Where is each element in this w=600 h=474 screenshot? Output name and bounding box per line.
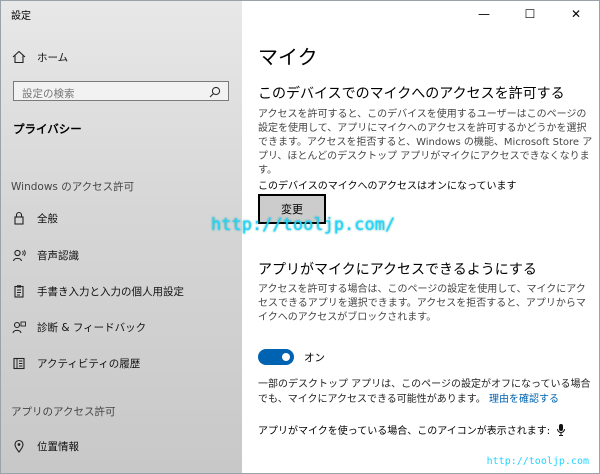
- section-title-windows: Windows のアクセス許可: [11, 181, 135, 193]
- sidebar-item-label: 診断 & フィードバック: [37, 321, 147, 334]
- close-button[interactable]: ✕: [553, 1, 599, 27]
- sidebar-item-feedback[interactable]: 診断 & フィードバック: [11, 319, 146, 335]
- watermark-small: http://tooljp.com: [486, 456, 589, 467]
- toggle-state-label: オン: [304, 352, 325, 364]
- sidebar-item-label: 全般: [37, 212, 58, 225]
- lock-icon: [11, 210, 27, 226]
- search-input[interactable]: [14, 85, 202, 103]
- sidebar-item-label: 音声認識: [37, 249, 79, 262]
- home-icon: [11, 49, 27, 65]
- device-status-text: このデバイスのマイクへのアクセスはオンになっています: [258, 181, 517, 192]
- section-heading-device: このデバイスでのマイクへのアクセスを許可する: [258, 86, 565, 102]
- feedback-icon: [11, 319, 27, 335]
- page-title: マイク: [258, 45, 318, 69]
- sidebar-item-inking[interactable]: 手書き入力と入力の個人用設定: [11, 283, 184, 299]
- icon-line-text: アプリがマイクを使っている場合、このアイコンが表示されます:: [258, 426, 551, 437]
- sidebar-item-label: アクティビティの履歴: [37, 357, 141, 370]
- search-icon[interactable]: [208, 84, 222, 98]
- section-heading-apps: アプリがマイクにアクセスできるようにする: [258, 262, 537, 278]
- sidebar-item-activity-history[interactable]: アクティビティの履歴: [11, 355, 140, 371]
- speech-icon: [11, 247, 27, 263]
- toggle-knob: [282, 353, 290, 361]
- mic-icon-explanation: アプリがマイクを使っている場合、このアイコンが表示されます:: [258, 422, 566, 437]
- section-title-apps: アプリのアクセス許可: [11, 406, 116, 418]
- search-box[interactable]: [13, 81, 229, 103]
- maximize-button[interactable]: ☐: [507, 1, 553, 27]
- window-title: 設定: [11, 11, 31, 22]
- history-icon: [11, 355, 27, 371]
- sidebar-item-speech[interactable]: 音声認識: [11, 247, 79, 263]
- main-content: — ☐ ✕ マイク このデバイスでのマイクへのアクセスを許可する アクセスを許可…: [242, 1, 599, 473]
- sidebar-item-label: 位置情報: [37, 440, 79, 453]
- watermark: http://tooljp.com/: [211, 215, 396, 235]
- app-access-toggle[interactable]: [258, 349, 294, 365]
- sidebar-item-label: ホーム: [37, 51, 69, 64]
- section-description-apps: アクセスを許可する場合は、このページの設定を使用して、マイクにアクセスできるアプ…: [258, 284, 586, 323]
- caption-buttons: — ☐ ✕: [461, 1, 599, 27]
- section-description-device: アクセスを許可すると、このデバイスを使用するユーザーはこのページの設定を使用して…: [258, 109, 593, 176]
- sidebar: 設定 ホーム プライバシー Windows のアクセス許可 全般 音: [1, 1, 242, 473]
- desktop-apps-note: 一部のデスクトップ アプリは、このページの設定がオフになっている場合でも、マイク…: [258, 377, 598, 407]
- sidebar-item-label: 手書き入力と入力の個人用設定: [37, 285, 184, 298]
- minimize-button[interactable]: —: [461, 1, 507, 27]
- sidebar-item-home[interactable]: ホーム: [11, 49, 68, 65]
- clipboard-icon: [11, 283, 27, 299]
- location-icon: [11, 438, 27, 454]
- learn-why-link[interactable]: 理由を確認する: [489, 394, 559, 405]
- sidebar-item-location[interactable]: 位置情報: [11, 438, 79, 454]
- category-title: プライバシー: [13, 122, 82, 136]
- settings-window: 設定 ホーム プライバシー Windows のアクセス許可 全般 音: [0, 0, 600, 474]
- sidebar-item-general[interactable]: 全般: [11, 210, 58, 226]
- microphone-icon: [556, 423, 566, 437]
